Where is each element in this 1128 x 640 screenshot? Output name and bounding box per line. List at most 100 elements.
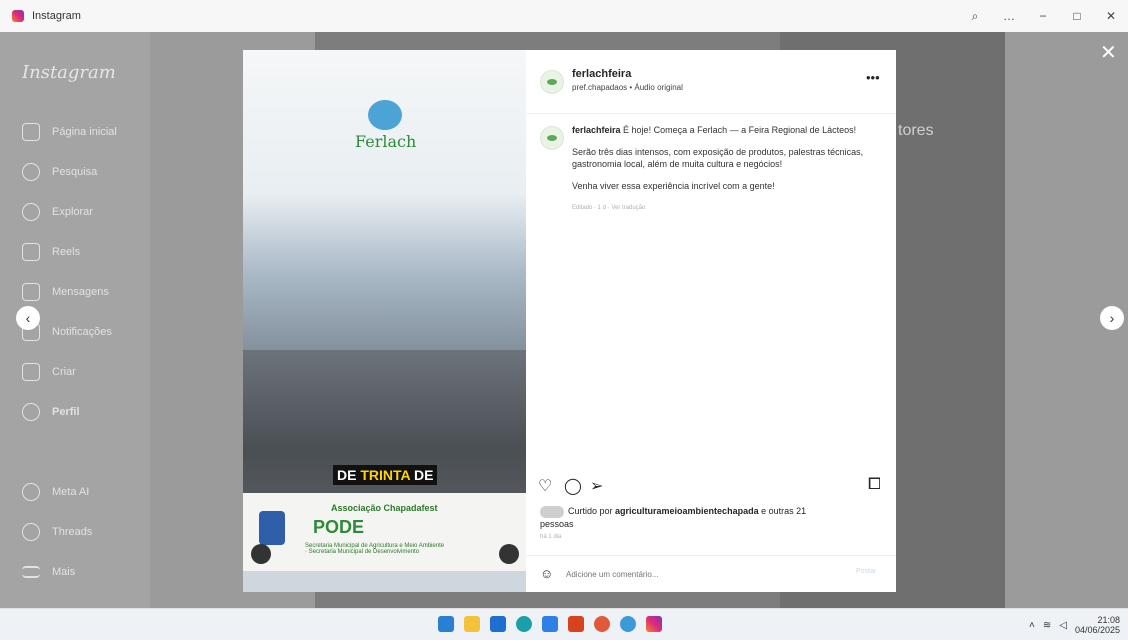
- sponsor-banner: Associação Chapadafest PODE Secretaria M…: [243, 493, 526, 571]
- windows-taskbar: ˄ ≋ ◁ 21:08 04/06/2025: [0, 608, 1128, 640]
- mail-icon[interactable]: [490, 616, 506, 632]
- minimize-button[interactable]: −: [1026, 9, 1060, 23]
- search-icon: [22, 163, 40, 181]
- chevron-left-icon: ‹: [25, 310, 31, 326]
- caption-text: Venha viver essa experiência incrível co…: [572, 181, 775, 191]
- sidebar-item-label: Reels: [52, 246, 81, 258]
- close-icon[interactable]: ✕: [1100, 40, 1117, 65]
- sidebar-item-label: Mensagens: [52, 286, 109, 298]
- sidebar-item-messages[interactable]: Mensagens: [22, 272, 117, 312]
- sponsor-secretariats: Secretaria Municipal de Agricultura e Me…: [305, 543, 445, 555]
- window-titlebar: Instagram ⌕ … − □ ✕: [0, 0, 1128, 32]
- pode-logo: PODE: [313, 517, 365, 537]
- share-icon[interactable]: ➢: [590, 476, 603, 496]
- cow-logo-icon: [368, 100, 402, 130]
- close-window-button[interactable]: ✕: [1094, 9, 1128, 23]
- sidebar-item-explore[interactable]: Explorar: [22, 192, 117, 232]
- sidebar-item-label: Página inicial: [52, 126, 117, 138]
- meta-ai-icon: [22, 483, 40, 501]
- instagram-taskbar-icon[interactable]: [646, 616, 662, 632]
- wifi-icon[interactable]: ≋: [1043, 620, 1051, 631]
- mute-button[interactable]: [499, 544, 519, 564]
- sidebar-item-label: Criar: [52, 366, 76, 378]
- menu-icon: [22, 566, 40, 578]
- post-details-panel: ferlachfeira pref.chapadaos • Áudio orig…: [526, 50, 896, 592]
- caption-username[interactable]: ferlachfeira: [572, 125, 621, 135]
- video-frame-sky: [243, 50, 526, 370]
- threads-icon: [22, 523, 40, 541]
- sidebar-bottom-nav: Meta AI Threads Mais: [22, 472, 92, 592]
- comment-bar: ☺ Postar: [526, 555, 896, 592]
- home-icon: [22, 123, 40, 141]
- clock-date: 04/06/2025: [1074, 625, 1120, 635]
- messages-icon: [22, 283, 40, 301]
- video-caption-highlight: TRINTA: [360, 467, 411, 483]
- liker-avatars: [540, 505, 564, 518]
- sidebar-item-create[interactable]: Criar: [22, 352, 117, 392]
- post-comment-button[interactable]: Postar: [856, 568, 876, 575]
- edge-icon[interactable]: [516, 616, 532, 632]
- sidebar-item-more[interactable]: Mais: [22, 552, 92, 592]
- next-post-button[interactable]: ›: [1100, 306, 1124, 330]
- maximize-button[interactable]: □: [1060, 9, 1094, 23]
- system-tray: ˄ ≋ ◁ 21:08 04/06/2025: [1029, 609, 1128, 640]
- search-icon[interactable]: ⌕: [958, 9, 992, 24]
- bookmark-icon[interactable]: ⧠: [868, 476, 881, 494]
- app-icon[interactable]: [594, 616, 610, 632]
- heart-icon[interactable]: ♡: [538, 476, 552, 496]
- video-caption: DE TRINTA DE: [333, 465, 438, 485]
- sidebar-item-label: Meta AI: [52, 486, 90, 498]
- chevron-right-icon: ›: [1109, 310, 1115, 326]
- video-caption-text-2: DE: [410, 467, 434, 483]
- plus-icon: [22, 363, 40, 381]
- municipal-crest-icon: [259, 511, 285, 545]
- sidebar-item-profile[interactable]: Perfil: [22, 392, 117, 432]
- file-explorer-icon[interactable]: [464, 616, 480, 632]
- previous-post-button[interactable]: ‹: [16, 306, 40, 330]
- ferlach-logo-text: Ferlach: [355, 132, 417, 151]
- likes-summary[interactable]: Curtido por agriculturameioambientechapa…: [540, 505, 840, 530]
- instagram-logo[interactable]: Instagram: [22, 62, 116, 83]
- post-audio-subtitle[interactable]: pref.chapadaos • Áudio original: [572, 83, 683, 92]
- sidebar-item-label: Perfil: [52, 406, 80, 418]
- chrome-icon[interactable]: [620, 616, 636, 632]
- sidebar-item-threads[interactable]: Threads: [22, 512, 92, 552]
- sponsor-org: Associação Chapadafest: [331, 503, 438, 513]
- ferlach-logo: Ferlach: [355, 100, 417, 151]
- avatar[interactable]: [540, 70, 564, 94]
- reels-icon: [22, 243, 40, 261]
- comment-input[interactable]: [566, 565, 826, 583]
- sidebar-nav: Página inicial Pesquisa Explorar Reels M…: [22, 112, 117, 432]
- post-media[interactable]: Ferlach DE TRINTA DE Associação Chapadaf…: [243, 50, 526, 592]
- caption-text: Serão três dias intensos, com exposição …: [572, 147, 864, 169]
- store-icon[interactable]: [542, 616, 558, 632]
- likes-prefix: Curtido por: [568, 506, 616, 516]
- sidebar-item-label: Notificações: [52, 326, 112, 338]
- emoji-icon[interactable]: ☺: [540, 566, 553, 581]
- profile-icon: [22, 403, 40, 421]
- avatar[interactable]: [540, 126, 564, 150]
- caption-meta: Editado · 1 d · Ver tradução: [572, 205, 646, 211]
- sidebar-item-meta-ai[interactable]: Meta AI: [22, 472, 92, 512]
- sidebar-item-reels[interactable]: Reels: [22, 232, 117, 272]
- clock[interactable]: 21:08 04/06/2025: [1075, 615, 1120, 635]
- post-timestamp: há 1 dia: [540, 534, 562, 540]
- more-options-icon[interactable]: …: [992, 9, 1026, 23]
- windows-start-icon[interactable]: [438, 616, 454, 632]
- sidebar-item-label: Threads: [52, 526, 93, 538]
- sidebar-item-label: Pesquisa: [52, 166, 98, 178]
- sidebar-item-search[interactable]: Pesquisa: [22, 152, 117, 192]
- caption-text: É hoje! Começa a Ferlach — a Feira Regio…: [623, 125, 857, 135]
- sidebar-item-home[interactable]: Página inicial: [22, 112, 117, 152]
- volume-icon[interactable]: ◁: [1059, 620, 1067, 631]
- likes-user[interactable]: agriculturameioambientechapada: [615, 506, 759, 516]
- spreadsheet-icon[interactable]: [568, 616, 584, 632]
- post-username[interactable]: ferlachfeira: [572, 68, 631, 80]
- window-title: Instagram: [32, 10, 81, 22]
- instagram-app-icon: [12, 10, 24, 22]
- more-options-icon[interactable]: •••: [866, 70, 880, 85]
- chevron-up-icon[interactable]: ˄: [1029, 620, 1035, 631]
- post-header: ferlachfeira pref.chapadaos • Áudio orig…: [526, 50, 896, 114]
- comment-icon[interactable]: ◯: [564, 476, 582, 496]
- tagged-users-button[interactable]: [251, 544, 271, 564]
